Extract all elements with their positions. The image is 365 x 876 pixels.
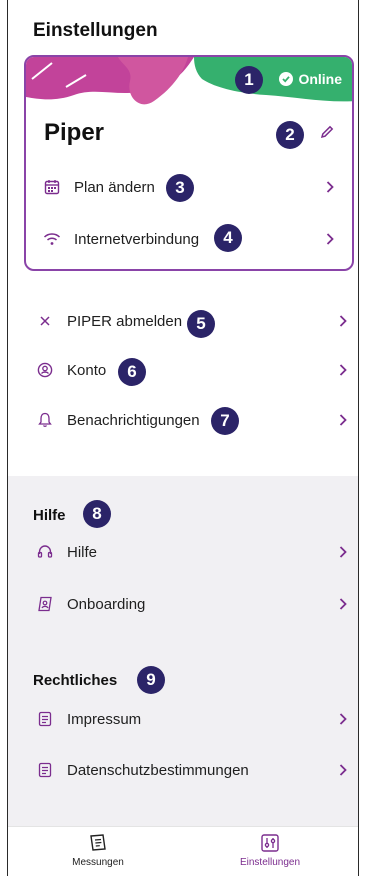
legal-section-title: Rechtliches — [33, 672, 118, 689]
imprint-row[interactable]: Impressum — [33, 704, 353, 734]
chevron-right-icon — [339, 764, 347, 776]
status-badge: Online — [279, 71, 342, 87]
settings-sliders-icon — [261, 834, 279, 852]
chevron-right-icon — [326, 181, 334, 193]
annotation-badge-2: 2 — [276, 121, 304, 149]
help-legal-section: Hilfe Hilfe Onboarding Rechtliches Impre… — [8, 476, 358, 826]
notifications-row[interactable]: Benachrichtigungen — [33, 405, 353, 435]
device-name: Piper — [44, 119, 105, 146]
internet-connection-label: Internetverbindung — [74, 230, 200, 248]
account-label: Konto — [67, 361, 107, 379]
onboarding-row[interactable]: Onboarding — [33, 589, 353, 619]
chevron-right-icon — [339, 364, 347, 376]
card-decoration — [26, 57, 352, 105]
change-plan-label: Plan ändern — [74, 178, 155, 196]
annotation-badge-5: 5 — [187, 310, 215, 338]
account-row[interactable]: Konto — [33, 355, 353, 385]
tab-measurements-label: Messungen — [72, 857, 124, 868]
tab-settings-label: Einstellungen — [239, 857, 301, 868]
imprint-label: Impressum — [67, 710, 142, 728]
annotation-badge-6: 6 — [118, 358, 146, 386]
onboarding-icon — [33, 593, 57, 615]
annotation-badge-8: 8 — [83, 500, 111, 528]
privacy-policy-row[interactable]: Datenschutzbestimmungen — [33, 755, 353, 785]
check-circle-icon — [279, 72, 294, 86]
document-icon — [33, 708, 57, 730]
chevron-right-icon — [339, 598, 347, 610]
settings-screen: Einstellungen Online Piper Plan ändern I… — [7, 0, 359, 876]
measurements-icon — [90, 834, 106, 851]
annotation-badge-9: 9 — [137, 666, 165, 694]
help-section-title: Hilfe — [33, 507, 66, 524]
annotation-badge-1: 1 — [235, 66, 263, 94]
annotation-badge-4: 4 — [214, 224, 242, 252]
help-label: Hilfe — [67, 543, 98, 561]
calendar-icon — [40, 176, 64, 198]
piper-logout-label: PIPER abmelden — [67, 312, 183, 330]
page-title: Einstellungen — [33, 20, 158, 41]
headset-icon — [33, 541, 57, 563]
bell-icon — [33, 409, 57, 431]
tab-settings[interactable]: Einstellungen — [210, 833, 330, 868]
chevron-right-icon — [339, 546, 347, 558]
wifi-icon — [40, 228, 64, 250]
chevron-right-icon — [339, 315, 347, 327]
tab-measurements[interactable]: Messungen — [38, 833, 158, 868]
account-icon — [33, 359, 57, 381]
bottom-tab-bar: Messungen Einstellungen — [8, 826, 358, 876]
document-icon — [33, 759, 57, 781]
chevron-right-icon — [326, 233, 334, 245]
privacy-policy-label: Datenschutzbestimmungen — [67, 761, 249, 779]
notifications-label: Benachrichtigungen — [67, 411, 200, 429]
onboarding-label: Onboarding — [67, 595, 146, 613]
close-icon — [33, 310, 57, 332]
edit-icon[interactable] — [320, 125, 334, 144]
chevron-right-icon — [339, 414, 347, 426]
status-label: Online — [298, 71, 342, 87]
annotation-badge-7: 7 — [211, 407, 239, 435]
annotation-badge-3: 3 — [166, 174, 194, 202]
chevron-right-icon — [339, 713, 347, 725]
help-row[interactable]: Hilfe — [33, 537, 353, 567]
internet-connection-row[interactable]: Internetverbindung — [40, 225, 340, 253]
device-card: Online Piper Plan ändern Internetverbind… — [24, 55, 354, 271]
